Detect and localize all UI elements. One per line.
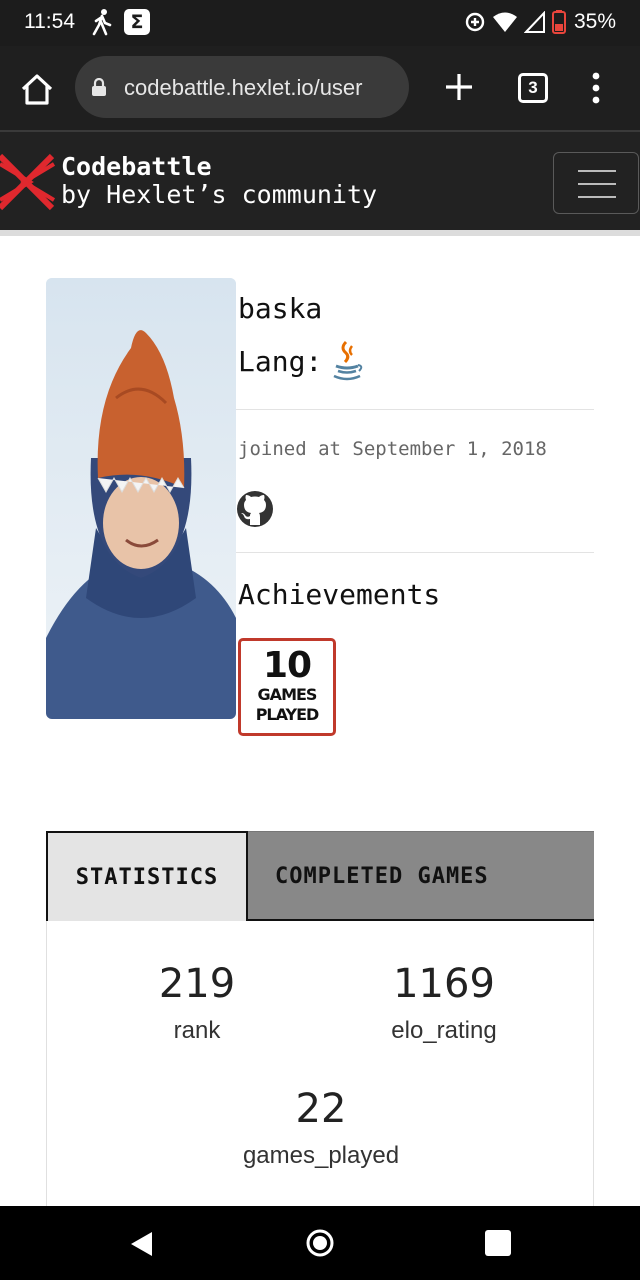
achievement-line1: GAMES (257, 685, 318, 704)
profile-tabs: STATISTICS COMPLETED GAMES (46, 831, 594, 921)
brand-name[interactable]: Codebattle (61, 152, 212, 181)
status-icons: 35% (464, 8, 616, 36)
profile-username: baska (238, 292, 323, 325)
tab-completed-games[interactable]: COMPLETED GAMES (248, 831, 594, 921)
achievements-title: Achievements (238, 578, 441, 611)
address-bar[interactable]: codebattle.hexlet.io/user (75, 56, 409, 118)
profile-divider (236, 409, 594, 410)
hamburger-line (578, 170, 616, 172)
tab-switcher-button[interactable]: 3 (518, 73, 548, 103)
battery-percent: 35% (573, 10, 616, 33)
status-bar: 11:54 Σ 35% (0, 0, 640, 46)
battery-icon (551, 10, 566, 34)
hamburger-line (578, 196, 616, 198)
stat-games-played: 22 games_played (221, 1086, 421, 1170)
sigma-icon: Σ (124, 9, 150, 35)
nav-toggle-button[interactable] (553, 152, 639, 214)
url-text: codebattle.hexlet.io/user (124, 75, 363, 100)
wifi-icon (492, 12, 517, 32)
achievement-badge: 10 GAMES PLAYED (238, 638, 336, 736)
system-nav-bar (0, 1206, 640, 1280)
stat-elo-rating: 1169 elo_rating (344, 961, 544, 1045)
lang-row: Lang: (238, 340, 364, 382)
stat-label: elo_rating (391, 1017, 497, 1044)
lock-icon (92, 78, 106, 96)
stat-value: 219 (158, 961, 236, 1007)
tab-statistics[interactable]: STATISTICS (46, 831, 248, 921)
home-circle-icon[interactable] (305, 1228, 335, 1258)
achievement-line2: PLAYED (255, 705, 320, 724)
stat-rank: 219 rank (97, 961, 297, 1045)
stat-value: 22 (295, 1086, 347, 1132)
joined-date: joined at September 1, 2018 (238, 438, 547, 460)
status-time: 11:54 (24, 10, 75, 33)
achievement-number: 10 (262, 645, 312, 686)
plus-icon[interactable] (442, 70, 476, 104)
signal-icon (523, 11, 545, 33)
recent-apps-icon[interactable] (485, 1230, 511, 1256)
stat-label: rank (173, 1017, 221, 1044)
stat-value: 1169 (393, 961, 495, 1007)
lang-label: Lang: (238, 344, 323, 378)
stat-label: games_played (242, 1142, 400, 1169)
profile-divider (236, 552, 594, 553)
walking-icon (92, 9, 112, 36)
hamburger-line (578, 183, 616, 185)
home-icon[interactable] (18, 70, 56, 108)
more-vert-icon[interactable] (588, 70, 604, 106)
brand-subtitle: by Hexlet’s community (61, 180, 378, 209)
data-saver-icon (465, 12, 485, 32)
user-avatar (46, 278, 236, 719)
codebattle-logo-icon[interactable] (0, 150, 56, 214)
github-icon[interactable] (236, 490, 274, 528)
browser-toolbar: codebattle.hexlet.io/user 3 (0, 46, 640, 132)
back-icon[interactable] (128, 1230, 154, 1258)
java-icon (333, 340, 363, 381)
site-header: Codebattle by Hexlet’s community (0, 132, 640, 236)
statistics-panel: 219 rank 1169 elo_rating 22 games_played (46, 921, 594, 1241)
